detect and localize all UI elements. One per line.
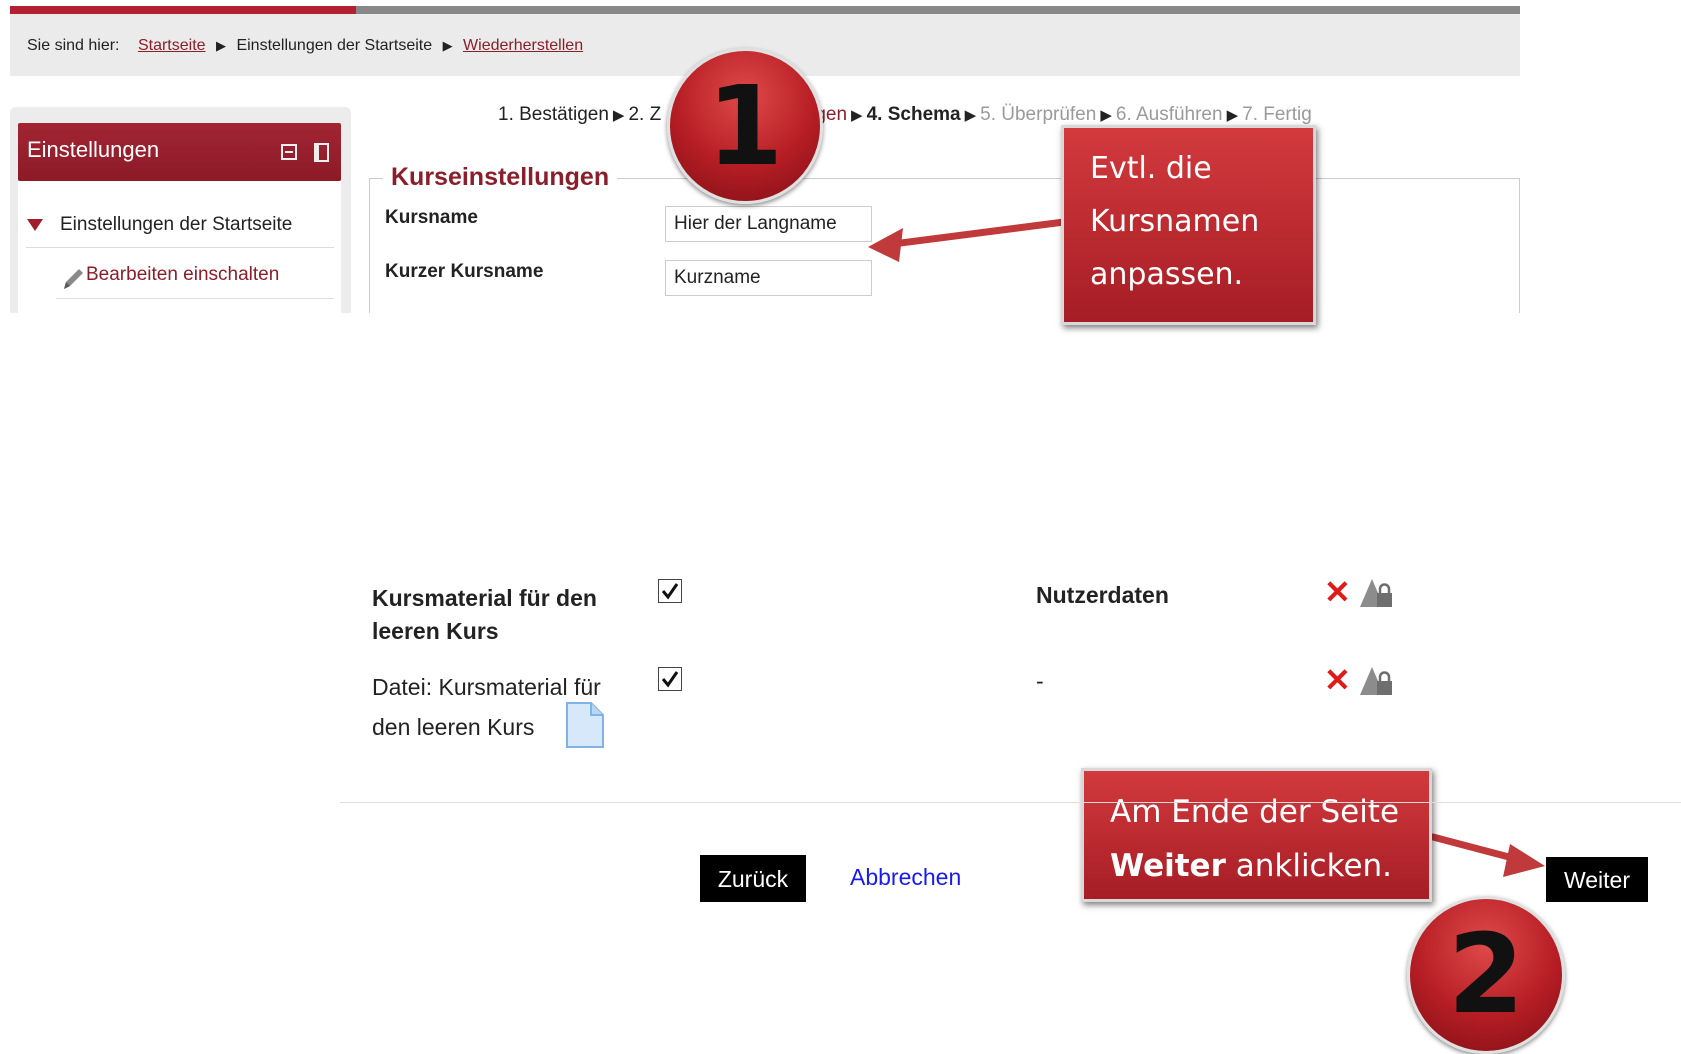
callout-bold: Weiter	[1110, 848, 1226, 884]
close-icon: ✕	[1324, 574, 1351, 610]
section-userdata-label: Nutzerdaten	[1036, 582, 1169, 608]
section-include-checkbox[interactable]	[658, 579, 682, 603]
locked-icon	[1360, 579, 1392, 607]
close-icon: ✕	[1324, 662, 1351, 698]
hint-callout-names: Evtl. die Kursnamen anpassen.	[1061, 125, 1316, 325]
callout-line: Kursnamen	[1090, 204, 1260, 239]
file-icon	[566, 702, 604, 748]
back-button[interactable]: Zurück	[700, 855, 806, 902]
cancel-link[interactable]: Abbrechen	[850, 864, 961, 891]
hint-callout-next: Am Ende der Seite Weiter anklicken.	[1081, 768, 1432, 902]
divider	[340, 802, 1681, 803]
callout-line: Am Ende der Seite	[1110, 794, 1400, 830]
file-include-checkbox[interactable]	[658, 667, 682, 691]
callout-line: anklicken.	[1225, 848, 1393, 884]
step-badge-1: 1	[667, 48, 823, 204]
callout-line: Evtl. die	[1090, 151, 1212, 186]
next-button[interactable]: Weiter	[1546, 857, 1648, 902]
file-userdata-value: -	[1036, 668, 1044, 694]
step-badge-2: 2	[1407, 896, 1565, 1054]
section-title: Kursmaterial für den leeren Kurs	[372, 585, 597, 644]
locked-icon	[1360, 667, 1392, 695]
callout-line: anpassen.	[1090, 257, 1244, 292]
